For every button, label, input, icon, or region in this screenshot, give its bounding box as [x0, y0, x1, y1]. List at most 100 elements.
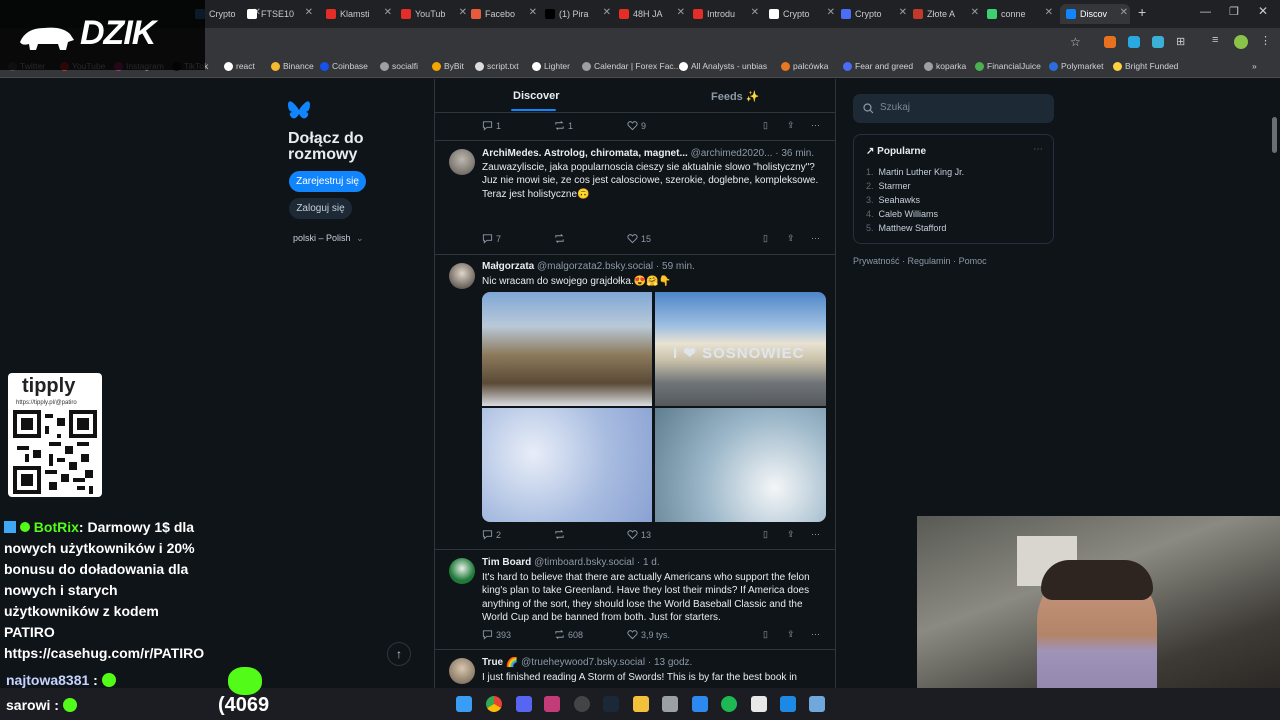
kebab-menu-icon[interactable]: ⋮ — [1260, 34, 1271, 47]
signup-button[interactable]: Zarejestruj się — [289, 171, 366, 192]
trending-item[interactable]: 5. Matthew Stafford — [866, 223, 946, 233]
browser-tab[interactable]: FTSE10 ✕ — [247, 4, 315, 24]
trending-item[interactable]: 2. Starmer — [866, 181, 911, 191]
obs-icon[interactable] — [574, 696, 590, 712]
repost-button[interactable]: 608 — [554, 629, 583, 640]
more-options-icon[interactable]: ⋯ — [811, 529, 820, 540]
bookmark-item[interactable]: palcówka — [781, 61, 828, 71]
bookmark-item[interactable]: Binance — [271, 61, 314, 71]
extension-icon[interactable] — [1128, 36, 1140, 48]
bookmark-item[interactable]: Fear and greed — [843, 61, 913, 71]
folder-icon[interactable] — [633, 696, 649, 712]
extension-icon[interactable] — [1152, 36, 1164, 48]
browser-tab[interactable]: conne ✕ — [987, 4, 1055, 24]
feed-post[interactable]: Małgorzata @malgorzata2.bsky.social · 59… — [435, 255, 835, 550]
like-button[interactable]: 15 — [627, 233, 651, 244]
windows-start-icon[interactable] — [456, 696, 472, 712]
ccleaner-icon[interactable] — [662, 696, 678, 712]
browser-tab[interactable]: Klamsti ✕ — [326, 4, 394, 24]
author-name[interactable]: Tim Board — [482, 557, 531, 568]
tab-feeds[interactable]: Feeds ✨ — [711, 90, 760, 103]
share-icon[interactable]: ⇪ — [787, 529, 795, 540]
more-options-icon[interactable]: ⋯ — [1033, 144, 1043, 155]
close-window-icon[interactable]: ✕ — [1258, 4, 1268, 18]
close-tab-icon[interactable]: ✕ — [751, 7, 759, 18]
avatar[interactable] — [449, 149, 475, 175]
terms-link[interactable]: Regulamin — [908, 256, 951, 266]
avatar[interactable] — [449, 658, 475, 684]
feed-post[interactable]: True 🌈 @trueheywood7.bsky.social · 13 go… — [435, 650, 835, 688]
bookmark-item[interactable]: react — [224, 61, 255, 71]
new-tab-button[interactable]: + — [1138, 4, 1146, 20]
more-options-icon[interactable]: ⋯ — [811, 233, 820, 244]
app-icon[interactable] — [751, 696, 767, 712]
share-icon[interactable]: ⇪ — [787, 120, 795, 131]
bookmark-item[interactable]: koparka — [924, 61, 966, 71]
feed-post[interactable]: Tim Board @timboard.bsky.social · 1 d. I… — [435, 550, 835, 650]
puzzle-icon[interactable]: ⊞ — [1176, 35, 1185, 48]
extension-icon[interactable] — [1104, 36, 1116, 48]
browser-tab[interactable]: YouTub ✕ — [401, 4, 469, 24]
author-handle[interactable]: @trueheywood7.bsky.social — [521, 657, 645, 668]
share-icon[interactable]: ⇪ — [787, 629, 795, 640]
search-input[interactable]: Szukaj — [853, 94, 1054, 123]
bookmark-icon[interactable]: ▯ — [763, 233, 768, 244]
steam-icon[interactable] — [603, 696, 619, 712]
chrome-icon[interactable] — [486, 696, 502, 712]
post-image[interactable] — [655, 408, 826, 522]
discord-icon[interactable] — [516, 696, 532, 712]
scrollbar[interactable] — [1272, 117, 1277, 153]
bookmark-icon[interactable]: ▯ — [763, 529, 768, 540]
bookmark-item[interactable]: Lighter — [532, 61, 570, 71]
bookmark-item[interactable]: ByBit — [432, 61, 464, 71]
reply-button[interactable]: 2 — [482, 529, 501, 540]
tab-discover[interactable]: Discover — [513, 90, 559, 102]
bookmark-icon[interactable]: ▯ — [763, 629, 768, 640]
maximize-icon[interactable]: ❐ — [1229, 5, 1239, 18]
reply-button[interactable]: 7 — [482, 233, 501, 244]
post-image[interactable]: I ❤ SOSNOWIEC — [655, 292, 826, 406]
bookmark-item[interactable]: Bright Funded — [1113, 61, 1178, 71]
bookmark-item[interactable]: script.txt — [475, 61, 519, 71]
spotify-icon[interactable] — [721, 696, 737, 712]
bookmark-item[interactable]: Calendar | Forex Fac... — [582, 61, 681, 71]
privacy-link[interactable]: Prywatność — [853, 256, 900, 266]
browser-tab[interactable]: Introdu ✕ — [693, 4, 761, 24]
repost-button[interactable] — [554, 529, 565, 540]
bookmark-item[interactable]: FinancialJuice — [975, 61, 1041, 71]
bookmarks-overflow-icon[interactable]: » — [1252, 61, 1257, 71]
minimize-icon[interactable]: — — [1200, 6, 1211, 18]
bookmark-item[interactable]: Polymarket — [1049, 61, 1104, 71]
close-tab-icon[interactable]: ✕ — [1120, 7, 1128, 18]
close-tab-icon[interactable]: ✕ — [305, 7, 313, 18]
like-button[interactable]: 13 — [627, 529, 651, 540]
reply-button[interactable]: 1 — [482, 120, 501, 131]
scroll-to-top-button[interactable]: ↑ — [387, 642, 411, 666]
avatar[interactable] — [449, 558, 475, 584]
browser-tab[interactable]: Discov ✕ — [1060, 4, 1130, 24]
app-icon[interactable] — [780, 696, 796, 712]
more-options-icon[interactable]: ⋯ — [811, 629, 820, 640]
browser-tab[interactable]: 48H JA ✕ — [619, 4, 687, 24]
close-tab-icon[interactable]: ✕ — [603, 7, 611, 18]
login-button[interactable]: Zaloguj się — [289, 198, 352, 219]
share-icon[interactable]: ⇪ — [787, 233, 795, 244]
author-name[interactable]: True 🌈 — [482, 657, 518, 668]
bookmark-icon[interactable]: ▯ — [763, 120, 768, 131]
browser-tab[interactable]: Złote A ✕ — [913, 4, 981, 24]
post-image[interactable] — [482, 292, 652, 406]
like-button[interactable]: 9 — [627, 120, 646, 131]
author-name[interactable]: Małgorzata — [482, 261, 534, 272]
browser-tab[interactable]: (1) Pira ✕ — [545, 4, 613, 24]
trending-item[interactable]: 4. Caleb Williams — [866, 209, 938, 219]
more-options-icon[interactable]: ⋯ — [811, 120, 820, 131]
feed-post[interactable]: ArchiMedes. Astrolog, chiromata, magnet.… — [435, 141, 835, 255]
bookmark-item[interactable]: All Analysts - unbias — [679, 61, 767, 71]
close-tab-icon[interactable]: ✕ — [827, 7, 835, 18]
notepad-icon[interactable] — [809, 696, 825, 712]
post-image[interactable] — [482, 408, 652, 522]
bookmark-item[interactable]: socialfi — [380, 61, 418, 71]
app-icon[interactable] — [692, 696, 708, 712]
avatar[interactable] — [449, 263, 475, 289]
star-icon[interactable]: ☆ — [1070, 35, 1081, 49]
